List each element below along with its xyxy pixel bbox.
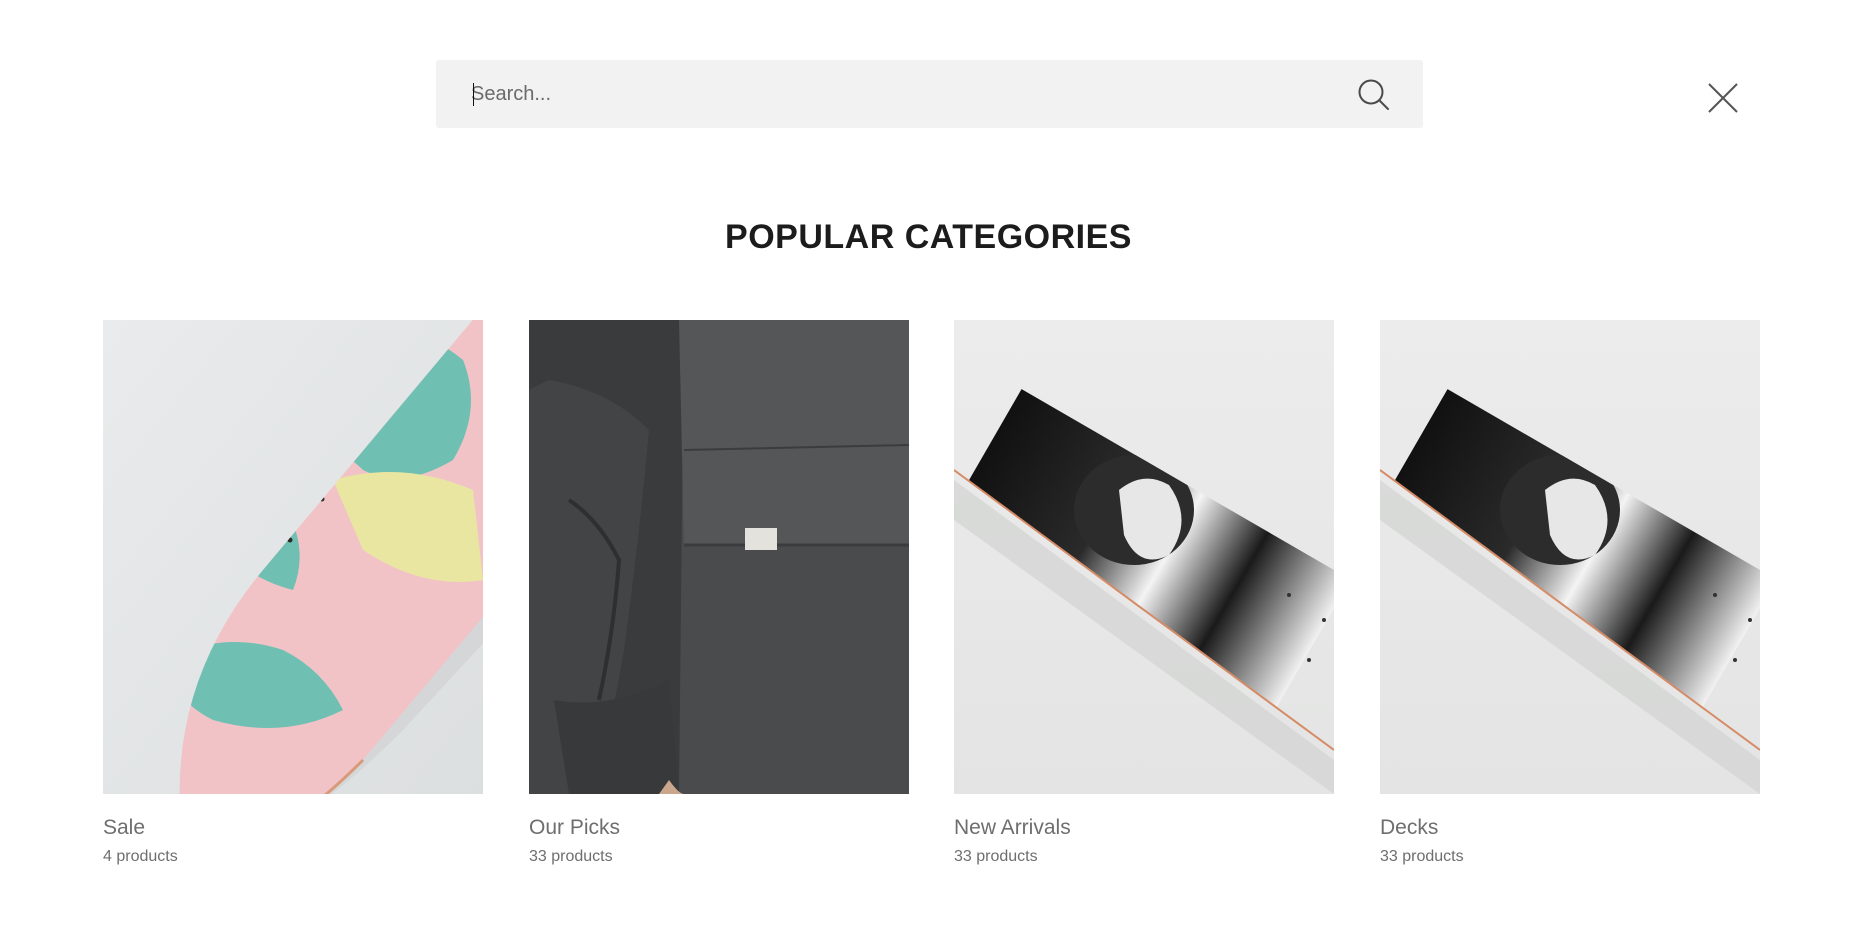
category-card-our-picks[interactable]: Our Picks 33 products bbox=[529, 320, 909, 867]
close-icon bbox=[1708, 83, 1738, 113]
category-card-sale[interactable]: Sale 4 products bbox=[103, 320, 483, 867]
search-button[interactable] bbox=[1356, 77, 1392, 113]
category-product-count: 4 products bbox=[103, 848, 178, 865]
category-product-count: 33 products bbox=[1380, 848, 1464, 865]
category-title[interactable]: New Arrivals bbox=[954, 815, 1334, 841]
category-card-decks[interactable]: Decks 33 products bbox=[1380, 320, 1760, 867]
category-title[interactable]: Decks bbox=[1380, 815, 1760, 841]
category-card-new-arrivals[interactable]: New Arrivals 33 products bbox=[954, 320, 1334, 867]
search-input[interactable] bbox=[436, 60, 1423, 128]
category-product-count: 33 products bbox=[529, 848, 613, 865]
search-bar[interactable] bbox=[436, 60, 1423, 128]
category-title[interactable]: Our Picks bbox=[529, 815, 909, 841]
category-title[interactable]: Sale bbox=[103, 815, 483, 841]
category-image-decks[interactable] bbox=[1380, 320, 1760, 794]
popular-categories-heading: POPULAR CATEGORIES bbox=[725, 218, 1132, 256]
search-icon bbox=[1358, 79, 1389, 110]
close-button[interactable] bbox=[1706, 81, 1740, 115]
category-product-count: 33 products bbox=[954, 848, 1038, 865]
text-caret bbox=[473, 83, 474, 106]
category-image-sale[interactable] bbox=[103, 320, 483, 794]
category-image-our-picks[interactable] bbox=[529, 320, 909, 794]
category-image-new-arrivals[interactable] bbox=[954, 320, 1334, 794]
